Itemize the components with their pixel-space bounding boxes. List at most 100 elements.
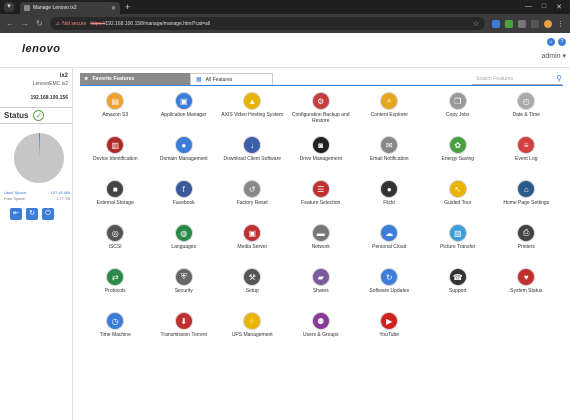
software-updates-icon: ↻ [381, 269, 398, 285]
device-ip: 192.168.100.156 [30, 95, 68, 101]
feature-app-manager[interactable]: ▣ Application Manager [150, 93, 219, 137]
tab-favorite-features[interactable]: ★ Favorite Features [80, 73, 190, 85]
feature-software-updates[interactable]: ↻ Software Updates [355, 269, 424, 313]
feature-languages[interactable]: ◍ Languages [150, 225, 219, 269]
tab-all-features[interactable]: ▦ All Features [190, 73, 273, 85]
feature-youtube[interactable]: ▶ YouTube [355, 313, 424, 357]
feature-shares[interactable]: ▰ Shares [287, 269, 356, 313]
bookmark-star-icon[interactable]: ☆ [473, 20, 479, 28]
feature-time-machine[interactable]: ◷ Time Machine [81, 313, 150, 357]
menu-kebab-icon[interactable]: ⋮ [557, 20, 564, 28]
user-menu[interactable]: admin ▾ [541, 52, 566, 60]
feature-axis[interactable]: ▲ AXIS Video Hosting System [218, 93, 287, 137]
feature-media-server[interactable]: ▣ Media Server [218, 225, 287, 269]
close-window-icon[interactable]: ✕ [556, 3, 562, 11]
back-icon[interactable]: ← [6, 19, 14, 28]
browser-toolbar: ← → ↻ ⚠ Not secure https://192.168.100.1… [0, 14, 570, 33]
feature-protocols[interactable]: ⇄ Protocols [81, 269, 150, 313]
profile-avatar-icon[interactable] [544, 19, 552, 28]
close-tab-icon[interactable]: ✕ [111, 5, 116, 12]
feature-support[interactable]: ☎ Support [424, 269, 493, 313]
feature-event-log[interactable]: ≡ Event Log [492, 137, 561, 181]
date-time-icon: ◴ [518, 93, 535, 109]
device-sidebar: ix2 LenovoEMC ix2 192.168.100.156 Status… [0, 68, 73, 420]
feature-facebook[interactable]: f Facebook [150, 181, 219, 225]
feature-setup[interactable]: ⚒ Setup [218, 269, 287, 313]
tab-underline [80, 85, 563, 86]
feature-label: Factory Reset [236, 200, 268, 206]
extension-icon[interactable] [505, 19, 513, 28]
address-bar[interactable]: ⚠ Not secure https://192.168.100.158/man… [49, 17, 485, 30]
feature-home-page[interactable]: ⌂ Home Page Settings [492, 181, 561, 225]
feature-label: Guided Tour [444, 200, 472, 206]
feature-content-explorer[interactable]: ⌕ Content Explorer [355, 93, 424, 137]
feature-security[interactable]: ⛨ Security [150, 269, 219, 313]
feature-printers[interactable]: ⎙ Printers [492, 225, 561, 269]
home-icon[interactable]: ⌂ [547, 38, 555, 46]
feature-picture-transfer[interactable]: ▨ Picture Transfer [424, 225, 493, 269]
feature-personal-cloud[interactable]: ☁ Personal Cloud [355, 225, 424, 269]
extension-icon[interactable] [492, 19, 500, 28]
maximize-icon[interactable]: □ [542, 3, 546, 11]
grid-icon: ▦ [196, 77, 202, 83]
feature-label: Download Client Software [223, 156, 282, 162]
eject-icon[interactable]: ⇤ [10, 208, 22, 220]
axis-icon: ▲ [244, 93, 261, 109]
help-icon[interactable]: ? [558, 38, 566, 46]
feature-label: Content Explorer [370, 112, 409, 118]
feature-torrent[interactable]: ⬇ Transmission Torrent [150, 313, 219, 357]
feature-factory-reset[interactable]: ↺ Factory Reset [218, 181, 287, 225]
restart-icon[interactable]: ↻ [26, 208, 38, 220]
users-groups-icon: ⚉ [312, 313, 329, 329]
app-manager-icon: ▣ [175, 93, 192, 109]
energy-icon: ✿ [449, 137, 466, 153]
feature-energy[interactable]: ✿ Energy Saving [424, 137, 493, 181]
not-secure-badge[interactable]: ⚠ Not secure [56, 21, 87, 27]
feature-label: Protocols [104, 288, 126, 294]
feature-label: Energy Saving [441, 156, 475, 162]
feature-external-storage[interactable]: ■ External Storage [81, 181, 150, 225]
guided-tour-icon: ↖ [449, 181, 466, 197]
tab-search-icon[interactable]: ▾ [4, 2, 14, 12]
feature-amazon-s3[interactable]: ▤ Amazon S3 [81, 93, 150, 137]
minimize-icon[interactable]: — [525, 3, 532, 11]
feature-label: Personal Cloud [372, 244, 407, 250]
power-icon[interactable]: ⏻ [42, 208, 54, 220]
feature-iscsi[interactable]: ◎ iSCSI [81, 225, 150, 269]
feature-feature-selection[interactable]: ☰ Feature Selection [287, 181, 356, 225]
feature-network[interactable]: ▬ Network [287, 225, 356, 269]
new-tab-icon[interactable]: + [125, 2, 130, 12]
feature-label: Drive Management [299, 156, 342, 162]
feature-date-time[interactable]: ◴ Date & Time [492, 93, 561, 137]
storage-pie-chart [14, 133, 64, 183]
feature-flickr[interactable]: ● Flickr [355, 181, 424, 225]
feature-copy-jobs[interactable]: ❐ Copy Jobs [424, 93, 493, 137]
reload-icon[interactable]: ↻ [36, 19, 43, 28]
search-icon[interactable]: ⚲ [556, 74, 562, 83]
browser-tab[interactable]: Manage Lenovo ix2 ✕ [20, 2, 120, 14]
forward-icon[interactable]: → [21, 19, 29, 28]
tab-all-label: All Features [205, 76, 233, 83]
feature-label: UPS Management [231, 332, 273, 338]
feature-search[interactable]: Search Features ⚲ [472, 73, 562, 85]
download-client-icon: ↓ [244, 137, 261, 153]
search-input[interactable]: Search Features [472, 76, 556, 82]
security-icon: ⛨ [175, 269, 192, 285]
free-space-value: 1.77 TB [56, 196, 70, 201]
support-icon: ☎ [449, 269, 466, 285]
feature-device-id[interactable]: ▥ Device Identification [81, 137, 150, 181]
feature-label: Languages [171, 244, 197, 250]
feature-config-backup[interactable]: ⚙ Configuration Backup and Restore [287, 93, 356, 137]
feature-download-client[interactable]: ↓ Download Client Software [218, 137, 287, 181]
feature-drive[interactable]: ◙ Drive Management [287, 137, 356, 181]
feature-email[interactable]: ✉ Email Notification [355, 137, 424, 181]
feature-label: Media Server [237, 244, 268, 250]
side-panel-icon[interactable] [531, 19, 539, 28]
feature-ups[interactable]: ⚡ UPS Management [218, 313, 287, 357]
feature-system-status[interactable]: ♥ System Status [492, 269, 561, 313]
feature-guided-tour[interactable]: ↖ Guided Tour [424, 181, 493, 225]
feature-users-groups[interactable]: ⚉ Users & Groups [287, 313, 356, 357]
extensions-puzzle-icon[interactable] [518, 19, 526, 28]
feature-domain[interactable]: ● Domain Management [150, 137, 219, 181]
printers-icon: ⎙ [518, 225, 535, 241]
